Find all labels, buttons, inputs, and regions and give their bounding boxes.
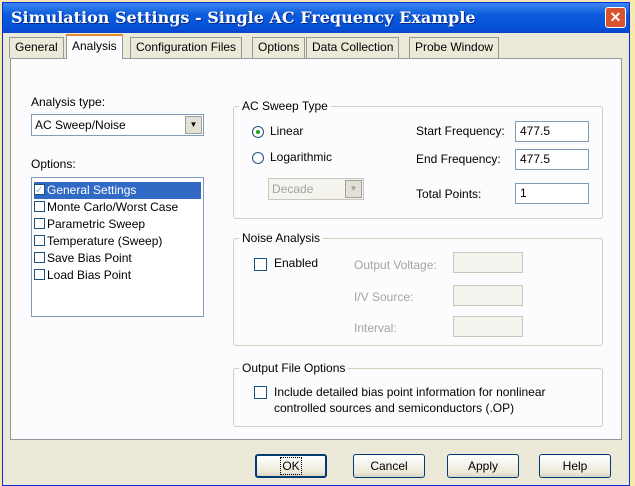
end-frequency-label: End Frequency: <box>416 152 501 166</box>
total-points-input[interactable]: 1 <box>515 183 589 204</box>
chevron-down-icon[interactable]: ▼ <box>185 116 202 134</box>
tab-general[interactable]: General <box>9 37 64 58</box>
tab-configuration-files[interactable]: Configuration Files <box>130 37 243 58</box>
end-frequency-input[interactable]: 477.5 <box>515 149 589 170</box>
noise-analysis-group <box>233 238 603 346</box>
iv-source-input <box>453 285 523 306</box>
total-points-label: Total Points: <box>416 187 482 201</box>
output-file-title: Output File Options <box>239 361 349 375</box>
close-button[interactable]: ✕ <box>605 7 626 28</box>
include-bias-checkbox[interactable] <box>254 386 267 399</box>
checkbox-icon[interactable] <box>34 235 45 246</box>
iv-source-label: I/V Source: <box>354 290 414 304</box>
analysis-type-label: Analysis type: <box>31 95 106 109</box>
option-temperature-sweep[interactable]: Temperature (Sweep) <box>34 233 201 250</box>
ok-button[interactable]: OK <box>255 454 327 478</box>
log-scale-select: Decade ▼ <box>268 178 364 200</box>
ac-sweep-title: AC Sweep Type <box>239 99 331 113</box>
start-frequency-label: Start Frequency: <box>416 124 505 138</box>
enabled-checkbox[interactable] <box>254 258 267 271</box>
ok-label: OK <box>280 457 302 475</box>
option-label: Parametric Sweep <box>47 217 146 231</box>
options-list[interactable]: General Settings Monte Carlo/Worst Case … <box>31 177 204 317</box>
checkbox-icon[interactable] <box>34 218 45 229</box>
options-label: Options: <box>31 157 76 171</box>
tab-analysis[interactable]: Analysis <box>66 34 123 59</box>
checkbox-icon[interactable] <box>34 182 45 199</box>
option-save-bias-point[interactable]: Save Bias Point <box>34 250 201 267</box>
option-label: Load Bias Point <box>47 268 132 282</box>
option-label: General Settings <box>47 183 137 197</box>
window-title: Simulation Settings - Single AC Frequenc… <box>11 8 476 27</box>
option-label: Temperature (Sweep) <box>47 234 163 248</box>
enabled-label[interactable]: Enabled <box>274 256 318 270</box>
output-voltage-select <box>453 252 523 273</box>
include-bias-label-line2[interactable]: controlled sources and semiconductors (.… <box>274 401 514 415</box>
checkbox-icon[interactable] <box>34 201 45 212</box>
log-scale-value: Decade <box>272 182 314 196</box>
option-general-settings[interactable]: General Settings <box>34 182 201 199</box>
option-label: Monte Carlo/Worst Case <box>47 200 179 214</box>
checkbox-icon[interactable] <box>34 252 45 263</box>
logarithmic-radio[interactable] <box>252 152 264 164</box>
start-frequency-input[interactable]: 477.5 <box>515 121 589 142</box>
option-load-bias-point[interactable]: Load Bias Point <box>34 267 201 284</box>
logarithmic-label[interactable]: Logarithmic <box>270 150 332 164</box>
linear-label[interactable]: Linear <box>270 124 303 138</box>
title-bar[interactable]: Simulation Settings - Single AC Frequenc… <box>3 3 629 33</box>
tab-data-collection[interactable]: Data Collection <box>306 37 400 58</box>
analysis-type-select[interactable]: AC Sweep/Noise ▼ <box>31 114 204 136</box>
cancel-button[interactable]: Cancel <box>353 454 425 478</box>
include-bias-label-line1[interactable]: Include detailed bias point information … <box>274 385 546 399</box>
analysis-type-value: AC Sweep/Noise <box>35 118 126 132</box>
apply-button[interactable]: Apply <box>447 454 519 478</box>
noise-analysis-title: Noise Analysis <box>239 231 324 245</box>
chevron-down-icon: ▼ <box>345 180 362 198</box>
interval-input <box>453 316 523 337</box>
option-parametric-sweep[interactable]: Parametric Sweep <box>34 216 201 233</box>
help-button[interactable]: Help <box>539 454 611 478</box>
option-label: Save Bias Point <box>47 251 132 265</box>
checkbox-icon[interactable] <box>34 269 45 280</box>
linear-radio[interactable] <box>252 126 264 138</box>
tab-options[interactable]: Options <box>252 37 306 58</box>
output-voltage-label: Output Voltage: <box>354 258 437 272</box>
interval-label: Interval: <box>354 321 397 335</box>
tab-probe-window[interactable]: Probe Window <box>409 37 500 58</box>
option-monte-carlo[interactable]: Monte Carlo/Worst Case <box>34 199 201 216</box>
